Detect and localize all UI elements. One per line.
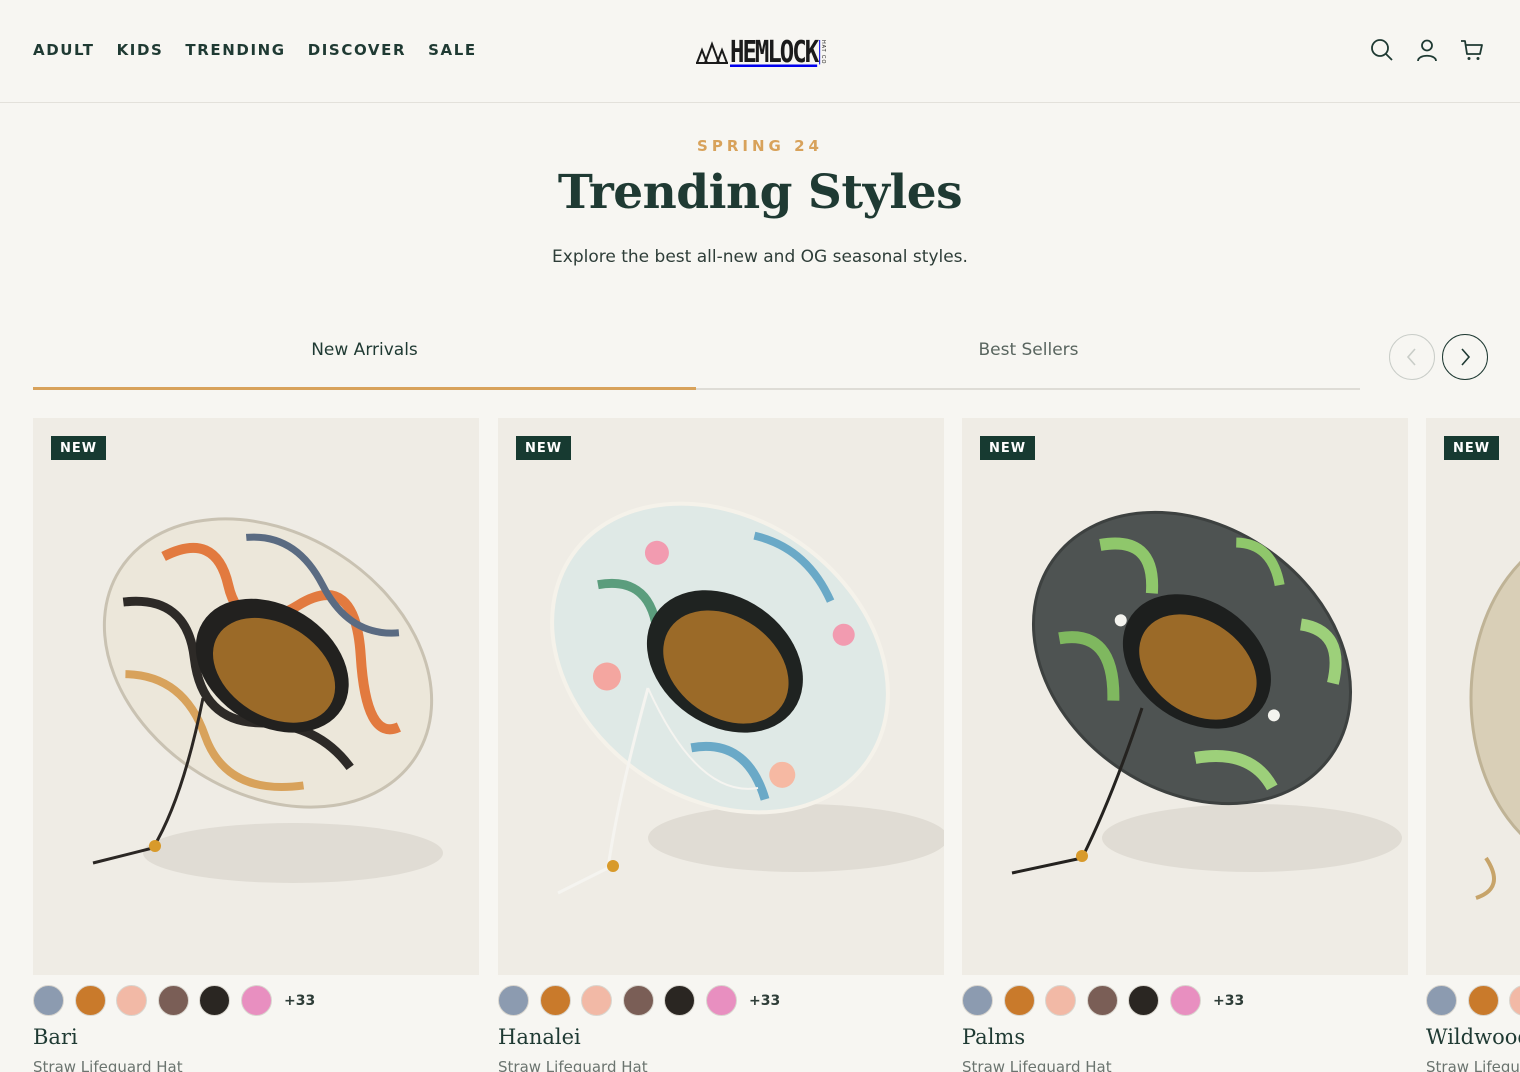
color-swatch[interactable] (1086, 985, 1118, 1016)
section-title: Trending Styles (557, 165, 963, 220)
cart-icon[interactable] (1460, 38, 1484, 62)
color-swatch[interactable] (240, 985, 272, 1016)
product-type: Straw Lifeguard Hat (962, 1058, 1112, 1072)
site-header: ADULT KIDS TRENDING DISCOVER SALE HEMLOC… (0, 0, 1520, 103)
color-swatches: +33 (33, 985, 315, 1016)
new-badge: NEW (516, 436, 572, 460)
color-swatch[interactable] (622, 985, 654, 1016)
product-image[interactable]: NEW (962, 418, 1408, 975)
color-swatch[interactable] (1128, 985, 1159, 1016)
color-swatch[interactable] (116, 985, 147, 1016)
color-swatch[interactable] (33, 985, 64, 1016)
nav-trending[interactable]: TRENDING (185, 41, 285, 59)
color-swatch[interactable] (539, 985, 571, 1016)
tab-best-sellers[interactable]: Best Sellers (697, 340, 1360, 390)
carousel-prev-button[interactable] (1389, 334, 1435, 380)
hat-image (1011, 510, 1402, 875)
color-swatch[interactable] (581, 985, 612, 1016)
tab-new-arrivals[interactable]: New Arrivals (33, 340, 696, 390)
color-swatch[interactable] (1426, 985, 1457, 1016)
product-name[interactable]: Hanalei (498, 1025, 581, 1049)
color-swatch[interactable] (1169, 985, 1201, 1016)
product-card[interactable]: NEW +33 Bari Straw Lifeguard Hat (33, 418, 479, 1072)
header-icons (1370, 38, 1484, 62)
search-icon[interactable] (1370, 38, 1394, 62)
nav-kids[interactable]: KIDS (117, 41, 164, 59)
more-colors-count[interactable]: +33 (284, 993, 315, 1009)
color-swatch[interactable] (498, 985, 529, 1016)
color-swatch[interactable] (199, 985, 230, 1016)
product-image[interactable]: NEW (33, 418, 479, 975)
product-type: Straw Lifeguard Hat (1426, 1058, 1520, 1072)
logo-text: HEMLOCK (730, 34, 819, 70)
product-image[interactable]: NEW (1426, 418, 1520, 975)
color-swatch[interactable] (1003, 985, 1035, 1016)
tab-track (696, 388, 1360, 390)
main-nav: ADULT KIDS TRENDING DISCOVER SALE (33, 41, 499, 59)
new-badge: NEW (51, 436, 107, 460)
color-swatch[interactable] (1467, 985, 1499, 1016)
chevron-left-icon (1406, 348, 1416, 366)
nav-sale[interactable]: SALE (428, 41, 477, 59)
color-swatch[interactable] (1509, 985, 1520, 1016)
chevron-right-icon (1461, 348, 1471, 366)
color-swatches (1426, 985, 1520, 1016)
product-tabs: New Arrivals Best Sellers (33, 340, 1360, 390)
hat-image (550, 501, 944, 895)
color-swatch[interactable] (664, 985, 695, 1016)
section-subtitle: Explore the best all-new and OG seasonal… (552, 247, 968, 267)
hat-image (92, 517, 443, 883)
section-eyebrow: SPRING 24 (697, 137, 823, 155)
product-type: Straw Lifeguard Hat (33, 1058, 183, 1072)
nav-discover[interactable]: DISCOVER (308, 41, 406, 59)
color-swatch[interactable] (74, 985, 106, 1016)
product-card[interactable]: NEW +33 Hanalei Straw Lifeguard Hat (498, 418, 944, 1072)
product-name[interactable]: Bari (33, 1025, 78, 1049)
color-swatches: +33 (962, 985, 1244, 1016)
new-badge: NEW (1444, 436, 1500, 460)
product-name[interactable]: Wildwood (1426, 1025, 1520, 1049)
color-swatch[interactable] (1045, 985, 1076, 1016)
carousel-next-button[interactable] (1442, 334, 1488, 380)
hat-image (1469, 560, 1520, 900)
product-card[interactable]: NEW Wildwood Straw Lifeguard Hat (1426, 418, 1520, 1072)
product-name[interactable]: Palms (962, 1025, 1025, 1049)
account-icon[interactable] (1415, 38, 1439, 62)
product-image[interactable]: NEW (498, 418, 944, 975)
color-swatch[interactable] (705, 985, 737, 1016)
tab-active-indicator (33, 387, 696, 390)
color-swatches: +33 (498, 985, 780, 1016)
logo-subtext: HAT CO (820, 39, 827, 65)
carousel-controls (1389, 334, 1488, 380)
product-type: Straw Lifeguard Hat (498, 1058, 648, 1072)
color-swatch[interactable] (962, 985, 993, 1016)
more-colors-count[interactable]: +33 (1213, 993, 1244, 1009)
trees-logo-icon (696, 41, 728, 64)
more-colors-count[interactable]: +33 (749, 993, 780, 1009)
nav-adult[interactable]: ADULT (33, 41, 95, 59)
brand-logo[interactable]: HEMLOCK HAT CO (696, 34, 827, 70)
color-swatch[interactable] (157, 985, 189, 1016)
product-card[interactable]: NEW +33 Palms Straw Lifeguard Hat (962, 418, 1408, 1072)
new-badge: NEW (980, 436, 1036, 460)
